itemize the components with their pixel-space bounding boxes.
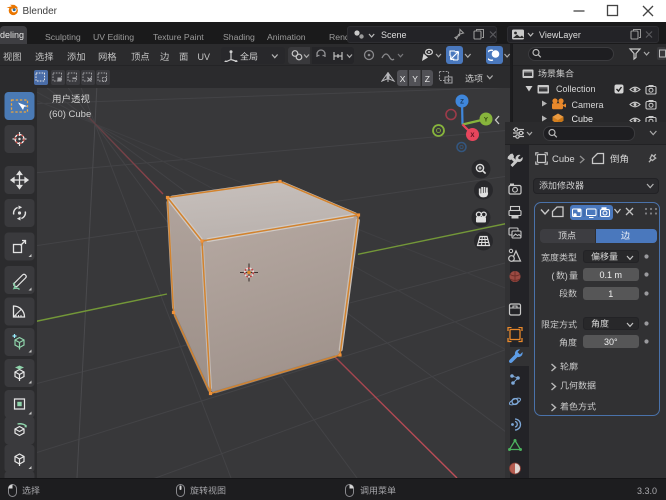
svg-text:Z: Z <box>460 99 464 106</box>
